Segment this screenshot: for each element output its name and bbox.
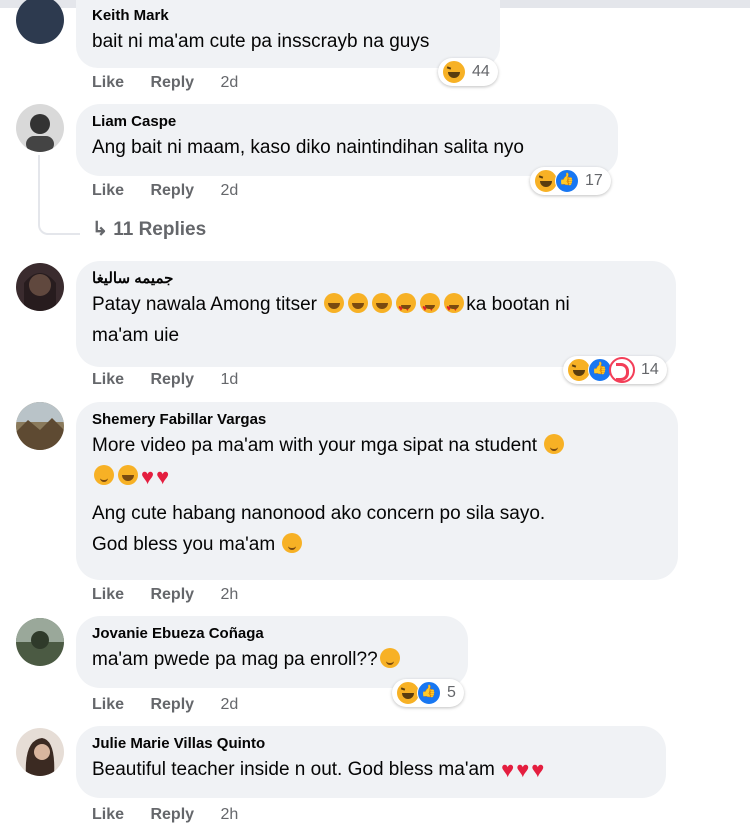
red-heart-emoji: ♥ [516, 757, 530, 782]
avatar[interactable] [16, 618, 64, 666]
like-button[interactable]: Like [92, 696, 124, 714]
heart-eyes-emoji [396, 293, 417, 324]
comment-text: Patay nawala Among titser ka bootan ni m… [92, 289, 660, 351]
reaction-summary[interactable]: 17 [530, 167, 611, 195]
reply-button[interactable]: Reply [150, 696, 194, 714]
comment-timestamp[interactable]: 2d [221, 74, 239, 92]
avatar[interactable] [16, 104, 64, 152]
comment-timestamp[interactable]: 2h [221, 586, 239, 604]
comment-timestamp[interactable]: 1d [221, 371, 239, 389]
comment-bubble: Shemery Fabillar Vargas More video pa ma… [76, 402, 678, 580]
like-button[interactable]: Like [92, 586, 124, 604]
hugging-emoji [282, 533, 303, 553]
comment-author[interactable]: جميمه ساليغا [92, 269, 660, 289]
avatar[interactable] [16, 728, 64, 776]
comment-actions: Like Reply 2h [92, 806, 260, 824]
comment-text: More video pa ma'am with your mga sipat … [92, 430, 662, 492]
like-button[interactable]: Like [92, 371, 124, 389]
comment-actions: Like Reply 2h [92, 586, 260, 604]
hugging-emoji [544, 434, 565, 454]
comment-bubble: Julie Marie Villas Quinto Beautiful teac… [76, 726, 666, 798]
avatar[interactable] [16, 0, 64, 44]
comment-author[interactable]: Shemery Fabillar Vargas [92, 410, 662, 430]
replies-label: 11 Replies [113, 219, 207, 240]
comment-text-part: ma'am pwede pa mag pa enroll?? [92, 649, 378, 670]
comment-author[interactable]: Jovanie Ebueza Coñaga [92, 624, 452, 644]
smiling-emoji [94, 465, 114, 485]
comment-author[interactable]: Liam Caspe [92, 112, 602, 132]
reply-button[interactable]: Reply [150, 74, 194, 92]
comment-author[interactable]: Keith Mark [92, 6, 484, 26]
reaction-count: 17 [585, 172, 603, 189]
like-reaction-icon [555, 169, 579, 193]
avatar[interactable] [16, 402, 64, 450]
red-heart-emoji: ♥ [501, 757, 515, 782]
avatar[interactable] [16, 263, 64, 311]
care-reaction-icon [609, 357, 635, 383]
thread-connector-line [38, 155, 80, 235]
avatar-image [16, 402, 64, 450]
haha-reaction-icon [442, 60, 466, 84]
comment-text-part: Ang cute habang nanonood ako concern po … [92, 503, 546, 524]
rolling-laughing-emoji [372, 293, 393, 313]
comment-bubble: جميمه ساليغا Patay nawala Among titser k… [76, 261, 676, 367]
avatar-image [24, 273, 56, 311]
laughing-emoji [118, 465, 138, 485]
comment-bubble: Keith Mark bait ni ma'am cute pa insscra… [76, 0, 500, 68]
comment-actions: Like Reply 2d [92, 696, 260, 714]
heart-eyes-emoji [420, 293, 441, 324]
reply-button[interactable]: Reply [150, 182, 194, 200]
comment-actions: Like Reply 2d [92, 74, 260, 92]
reply-arrow-icon: ↳ [92, 219, 108, 240]
reply-button[interactable]: Reply [150, 371, 194, 389]
comment-text-part: Patay nawala Among titser [92, 294, 317, 315]
avatar-image [25, 738, 55, 776]
comment-actions: Like Reply 2d [92, 182, 260, 200]
like-button[interactable]: Like [92, 74, 124, 92]
reply-button[interactable]: Reply [150, 586, 194, 604]
reaction-count: 44 [472, 63, 490, 80]
comment-text-part: Beautiful teacher inside n out. God bles… [92, 759, 495, 780]
comment-text: Beautiful teacher inside n out. God bles… [92, 754, 650, 785]
grinning-sweat-emoji [379, 648, 400, 668]
comment-text-part: God bless you ma'am [92, 534, 276, 555]
heart-eyes-emoji [444, 293, 465, 324]
like-button[interactable]: Like [92, 182, 124, 200]
comment-bubble: Jovanie Ebueza Coñaga ma'am pwede pa mag… [76, 616, 468, 688]
reaction-count: 14 [641, 361, 659, 378]
reaction-summary[interactable]: 44 [438, 58, 498, 86]
comment-text-part: ma'am uie [92, 325, 180, 346]
red-heart-emoji: ♥ [531, 757, 545, 782]
reply-button[interactable]: Reply [150, 806, 194, 824]
avatar-image [26, 114, 54, 152]
like-button[interactable]: Like [92, 806, 124, 824]
comment-bubble: Liam Caspe Ang bait ni maam, kaso diko n… [76, 104, 618, 176]
comment-text-part: ka bootan ni [466, 294, 570, 315]
rolling-laughing-emoji [324, 293, 345, 313]
comment-author[interactable]: Julie Marie Villas Quinto [92, 734, 650, 754]
reaction-count: 5 [447, 684, 456, 701]
rolling-laughing-emoji [348, 293, 369, 313]
reaction-summary[interactable]: 5 [392, 679, 464, 707]
comment-actions: Like Reply 1d [92, 371, 260, 389]
view-replies-link[interactable]: ↳ 11 Replies [92, 218, 206, 241]
comment-text: ma'am pwede pa mag pa enroll?? [92, 644, 452, 675]
comment-timestamp[interactable]: 2d [221, 696, 239, 714]
comment-timestamp[interactable]: 2h [221, 806, 239, 824]
comment-text-part: More video pa ma'am with your mga sipat … [92, 435, 538, 456]
red-heart-emoji: ♥ [156, 464, 170, 489]
comment-text: Ang bait ni maam, kaso diko naintindihan… [92, 137, 524, 158]
comment-text: bait ni ma'am cute pa insscrayb na guys [92, 31, 430, 52]
comment-timestamp[interactable]: 2d [221, 182, 239, 200]
like-reaction-icon [417, 681, 441, 705]
red-heart-emoji: ♥ [141, 464, 155, 489]
comment-text: Ang cute habang nanonood ako concern po … [92, 498, 662, 560]
avatar-image [16, 618, 64, 649]
reaction-summary[interactable]: 14 [563, 356, 667, 384]
